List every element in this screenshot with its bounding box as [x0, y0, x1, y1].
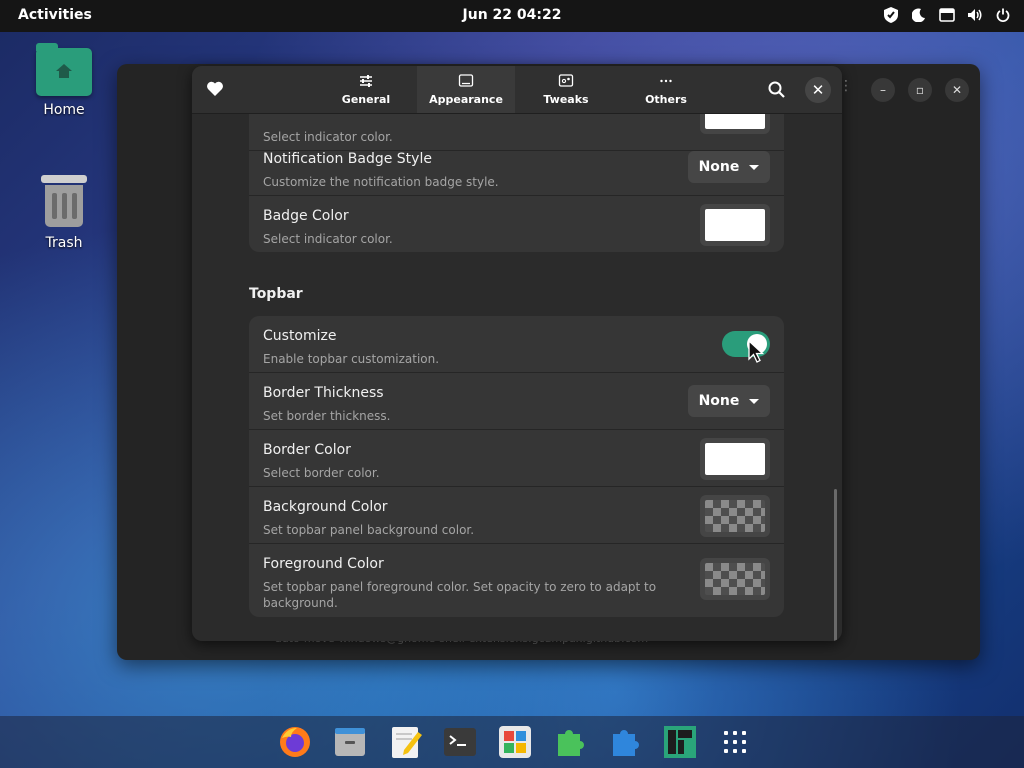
trash-icon — [41, 175, 87, 227]
tab-tweaks-label: Tweaks — [543, 93, 589, 106]
foreground-color-row: Foreground Color Set topbar panel foregr… — [249, 544, 784, 617]
customize-row: Customize Enable topbar customization. — [249, 316, 784, 373]
badge-color-button[interactable] — [700, 204, 770, 246]
mouse-cursor-icon — [748, 340, 764, 363]
background-color-button[interactable] — [700, 495, 770, 537]
row-title: Badge Color — [263, 208, 349, 224]
firefox-icon[interactable] — [277, 724, 313, 760]
tab-appearance[interactable]: Appearance — [417, 66, 515, 113]
tweaks-icon — [558, 74, 574, 87]
desktop-home-folder[interactable]: Home — [24, 43, 104, 118]
desktop-trash[interactable]: Trash — [24, 175, 104, 251]
section-title-topbar: Topbar — [249, 286, 303, 302]
volume-icon[interactable] — [966, 6, 984, 24]
search-icon[interactable] — [766, 79, 788, 101]
border-thickness-row: Border Thickness Set border thickness. N… — [249, 373, 784, 430]
indicator-settings-group: Select indicator color. Notification Bad… — [249, 114, 784, 252]
tab-others-label: Others — [645, 93, 687, 106]
scrollbar[interactable] — [834, 489, 837, 641]
row-title: Border Thickness — [263, 385, 384, 401]
folder-icon — [36, 43, 92, 96]
row-subtitle: Select indicator color. — [263, 232, 393, 246]
moon-icon[interactable] — [910, 6, 928, 24]
badge-color-row: Badge Color Select indicator color. — [249, 196, 784, 252]
dialog-close-button[interactable]: ✕ — [805, 77, 831, 103]
border-color-row: Border Color Select border color. — [249, 430, 784, 487]
terminal-icon[interactable] — [442, 724, 478, 760]
topbar-settings-group: Customize Enable topbar customization. B… — [249, 316, 784, 617]
background-color-row: Background Color Set topbar panel backgr… — [249, 487, 784, 544]
maximize-button[interactable]: ▫ — [908, 78, 932, 102]
software-icon[interactable] — [497, 724, 533, 760]
notification-badge-style-row: Notification Badge Style Customize the n… — [249, 139, 784, 196]
row-subtitle: Customize the notification badge style. — [263, 175, 499, 189]
row-subtitle: Enable topbar customization. — [263, 352, 440, 366]
close-icon: ✕ — [811, 81, 825, 99]
heart-icon[interactable] — [206, 80, 224, 98]
system-tray[interactable] — [882, 6, 1012, 24]
dialog-header: General Appearance Tweaks Others ✕ — [192, 66, 842, 114]
files-icon[interactable] — [332, 724, 368, 760]
dropdown-value: None — [698, 159, 740, 175]
border-color-button[interactable] — [700, 438, 770, 480]
row-title: Border Color — [263, 442, 351, 458]
more-icon — [660, 79, 672, 83]
app-grid-icon[interactable] — [717, 724, 753, 760]
row-subtitle: Set topbar panel foreground color. Set o… — [263, 580, 657, 610]
foreground-color-button[interactable] — [700, 558, 770, 600]
screenshot-icon[interactable] — [938, 6, 956, 24]
window-close-button[interactable]: ✕ — [945, 78, 969, 102]
tab-tweaks[interactable]: Tweaks — [517, 66, 615, 113]
power-icon[interactable] — [994, 6, 1012, 24]
row-subtitle: Select border color. — [263, 466, 380, 480]
tab-general[interactable]: General — [317, 66, 415, 113]
row-title: Customize — [263, 328, 337, 344]
badge-style-dropdown[interactable]: None — [688, 151, 770, 183]
row-title: Foreground Color — [263, 556, 384, 572]
extensions-icon[interactable] — [552, 724, 588, 760]
clock[interactable]: Jun 22 04:22 — [0, 7, 1024, 23]
tab-appearance-label: Appearance — [429, 93, 503, 106]
chevron-down-icon — [749, 398, 760, 404]
tab-others[interactable]: Others — [617, 66, 715, 113]
top-panel: Activities Jun 22 04:22 — [0, 0, 1024, 32]
desktop-trash-label: Trash — [45, 235, 83, 251]
row-subtitle: Set border thickness. — [263, 409, 391, 423]
preferences-dialog: General Appearance Tweaks Others ✕ Selec… — [192, 66, 842, 641]
sliders-icon — [360, 75, 372, 87]
minimize-button[interactable]: – — [871, 78, 895, 102]
desktop-home-label: Home — [43, 102, 85, 118]
manjaro-icon[interactable] — [662, 724, 698, 760]
shield-icon[interactable] — [882, 6, 900, 24]
tab-general-label: General — [341, 93, 391, 106]
display-icon — [458, 74, 474, 87]
border-thickness-dropdown[interactable]: None — [688, 385, 770, 417]
extension-manager-icon[interactable] — [607, 724, 643, 760]
row-title: Notification Badge Style — [263, 151, 432, 167]
indicator-color-button[interactable] — [700, 114, 770, 134]
row-subtitle: Set topbar panel background color. — [263, 523, 475, 537]
chevron-down-icon — [749, 164, 760, 170]
dropdown-value: None — [698, 393, 740, 409]
settings-content[interactable]: Select indicator color. Notification Bad… — [192, 114, 842, 641]
text-editor-icon[interactable] — [388, 724, 424, 760]
row-title: Background Color — [263, 499, 388, 515]
